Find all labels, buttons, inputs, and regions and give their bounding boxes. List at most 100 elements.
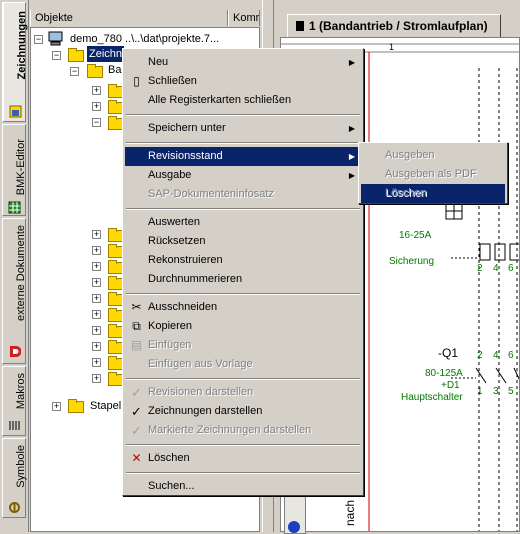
document-tab-marker-icon	[296, 21, 304, 31]
drawings-icon	[9, 105, 22, 118]
menu-item-label: SAP-Dokumenteninfosatz	[148, 188, 274, 200]
menu-item-neu[interactable]: Neu ▶	[125, 53, 361, 72]
menu-item-zeichnungen-darstellen[interactable]: ✓ Zeichnungen darstellen	[125, 402, 361, 421]
symbol-icon	[9, 502, 20, 513]
menu-item-rekonstruieren[interactable]: Rekonstruieren	[125, 251, 361, 270]
menu-item-label: Auswerten	[148, 216, 200, 228]
menu-separator	[126, 472, 360, 474]
tree-expand-toggle[interactable]: +	[92, 374, 101, 383]
menu-item-markierte-zeichnungen-darstellen: ✓ Markierte Zeichnungen darstellen	[125, 421, 361, 440]
menu-item-label: Revisionsstand	[148, 150, 223, 162]
q1-location: +D1	[441, 380, 460, 391]
menu-item-ausschneiden[interactable]: ✂ Ausschneiden	[125, 298, 361, 317]
computer-icon	[48, 31, 63, 46]
q1-label: -Q1	[438, 346, 459, 360]
tab-symbole[interactable]: Symbole	[2, 438, 27, 518]
menu-item-speichern-unter[interactable]: Speichern unter ▶	[125, 119, 361, 138]
tree-collapse-toggle[interactable]: −	[70, 67, 79, 76]
menu-item-schließen[interactable]: ▯ Schließen	[125, 72, 361, 91]
tree-expand-toggle[interactable]: +	[92, 262, 101, 271]
tree-item-zeichnungen[interactable]: Zeichn	[87, 46, 125, 62]
tree-item-stapel[interactable]: Stapel	[90, 398, 121, 414]
scissors-icon: ✂	[131, 300, 142, 314]
tab-symbole-label: Symbole	[15, 445, 27, 488]
tree-root-project[interactable]: demo_780 ..\..\dat\projekte.7...	[70, 31, 219, 47]
menu-separator	[126, 444, 360, 446]
tree-expand-toggle[interactable]: +	[92, 102, 101, 111]
tree-expand-toggle[interactable]: +	[92, 310, 101, 319]
terminal-top-2: 4	[493, 263, 499, 274]
tab-document[interactable]: 1 (Bandantrieb / Stromlaufplan)	[287, 14, 501, 37]
pdf-doc-icon	[10, 346, 21, 357]
menu-item-durchnummerieren[interactable]: Durchnummerieren	[125, 270, 361, 289]
menu-item-suchen[interactable]: Suchen...	[125, 477, 361, 496]
tree-collapse-toggle[interactable]: −	[92, 118, 101, 127]
tree-item-ba[interactable]: Ba	[108, 62, 121, 78]
tree-collapse-toggle[interactable]: −	[34, 35, 43, 44]
tree-expand-toggle[interactable]: +	[92, 326, 101, 335]
menu-separator	[126, 114, 360, 116]
copy-icon: ⧉	[132, 319, 141, 333]
menu-item-alle-registerkarten-schließen[interactable]: Alle Registerkarten schließen	[125, 91, 361, 110]
tab-bmk-editor[interactable]: BMK-Editor	[2, 124, 27, 216]
tab-makros-label: Makros	[15, 373, 27, 410]
menu-item-einfügen-aus-vorlage: Einfügen aus Vorlage	[125, 355, 361, 374]
menu-item-label: Alle Registerkarten schließen	[148, 94, 292, 106]
column-komr[interactable]: Komr	[228, 10, 260, 26]
menu-item-label: Durchnummerieren	[148, 273, 243, 285]
menu-item-kopieren[interactable]: ⧉ Kopieren	[125, 317, 361, 336]
tree-expand-toggle[interactable]: +	[92, 342, 101, 351]
tab-externe-dokumente[interactable]: externe Dokumente	[2, 218, 27, 364]
menu-item-label: Rekonstruieren	[148, 254, 223, 266]
submenu-item-löschen: Löschen	[361, 184, 505, 203]
tree-expand-toggle[interactable]: +	[52, 402, 61, 411]
menu-item-label: Neu	[148, 56, 169, 68]
side-tab-strip: Zeichnungen BMK-Editor externe Dokumente…	[0, 0, 29, 532]
menu-item-label: Markierte Zeichnungen darstellen	[148, 424, 312, 436]
tab-externe-dokumente-label: externe Dokumente	[15, 225, 27, 321]
menu-item-ausgabe[interactable]: Ausgabe ▶	[125, 166, 361, 185]
menu-item-label: Suchen...	[148, 480, 195, 492]
terminal-mid-3: 6	[508, 350, 514, 361]
tree-expand-toggle[interactable]: +	[92, 358, 101, 367]
terminal-top-3: 6	[508, 263, 514, 274]
folder-icon	[68, 399, 84, 413]
column-objekte[interactable]: Objekte	[30, 10, 228, 26]
terminal-bottom-2: 3	[493, 386, 499, 397]
tree-expand-toggle[interactable]: +	[92, 86, 101, 95]
q1-rating: 80-125A	[425, 368, 463, 379]
tree-expand-toggle[interactable]: +	[92, 230, 101, 239]
schematic-column-number: 1	[389, 42, 395, 52]
submenu-arrow-icon: ▶	[348, 152, 355, 161]
tab-makros[interactable]: Makros	[2, 366, 27, 436]
tab-zeichnungen[interactable]: Zeichnungen	[2, 2, 28, 122]
menu-item-revisionen-darstellen: ✓ Revisionen darstellen	[125, 383, 361, 402]
submenu-item-label: Ausgeben	[385, 149, 435, 161]
folder-icon	[68, 48, 84, 62]
close-doc-icon: ▯	[133, 74, 140, 88]
terminal-mid-2: 4	[493, 350, 499, 361]
tree-expand-toggle[interactable]: +	[92, 246, 101, 255]
bottom-tab-strip[interactable]	[284, 494, 306, 534]
terminal-top-1: 2	[477, 263, 483, 274]
tab-bmk-editor-label: BMK-Editor	[15, 139, 27, 196]
delete-x-icon: ✕	[131, 451, 142, 465]
tree-collapse-toggle[interactable]: −	[52, 51, 61, 60]
tree-column-header: Objekte Komr	[30, 10, 260, 28]
menu-item-revisionsstand[interactable]: Revisionsstand ▶	[125, 147, 361, 166]
submenu-arrow-icon: ▶	[348, 124, 355, 133]
q1-description: Hauptschalter	[401, 392, 463, 403]
submenu-arrow-icon: ▶	[348, 58, 355, 67]
tree-expand-toggle[interactable]: +	[92, 278, 101, 287]
terminal-bottom-3: 5	[508, 386, 514, 397]
menu-item-einfügen: ▤ Einfügen	[125, 336, 361, 355]
checkmark-icon: ✓	[131, 404, 142, 419]
menu-item-löschen[interactable]: ✕ Löschen	[125, 449, 361, 468]
menu-item-label: Revisionen darstellen	[148, 386, 254, 398]
menu-item-auswerten[interactable]: Auswerten	[125, 213, 361, 232]
menu-item-rücksetzen[interactable]: Rücksetzen	[125, 232, 361, 251]
tree-expand-toggle[interactable]: +	[92, 294, 101, 303]
fuse-rating: 16-25A	[399, 230, 432, 241]
paste-icon: ▤	[130, 338, 143, 352]
menu-separator	[126, 208, 360, 210]
